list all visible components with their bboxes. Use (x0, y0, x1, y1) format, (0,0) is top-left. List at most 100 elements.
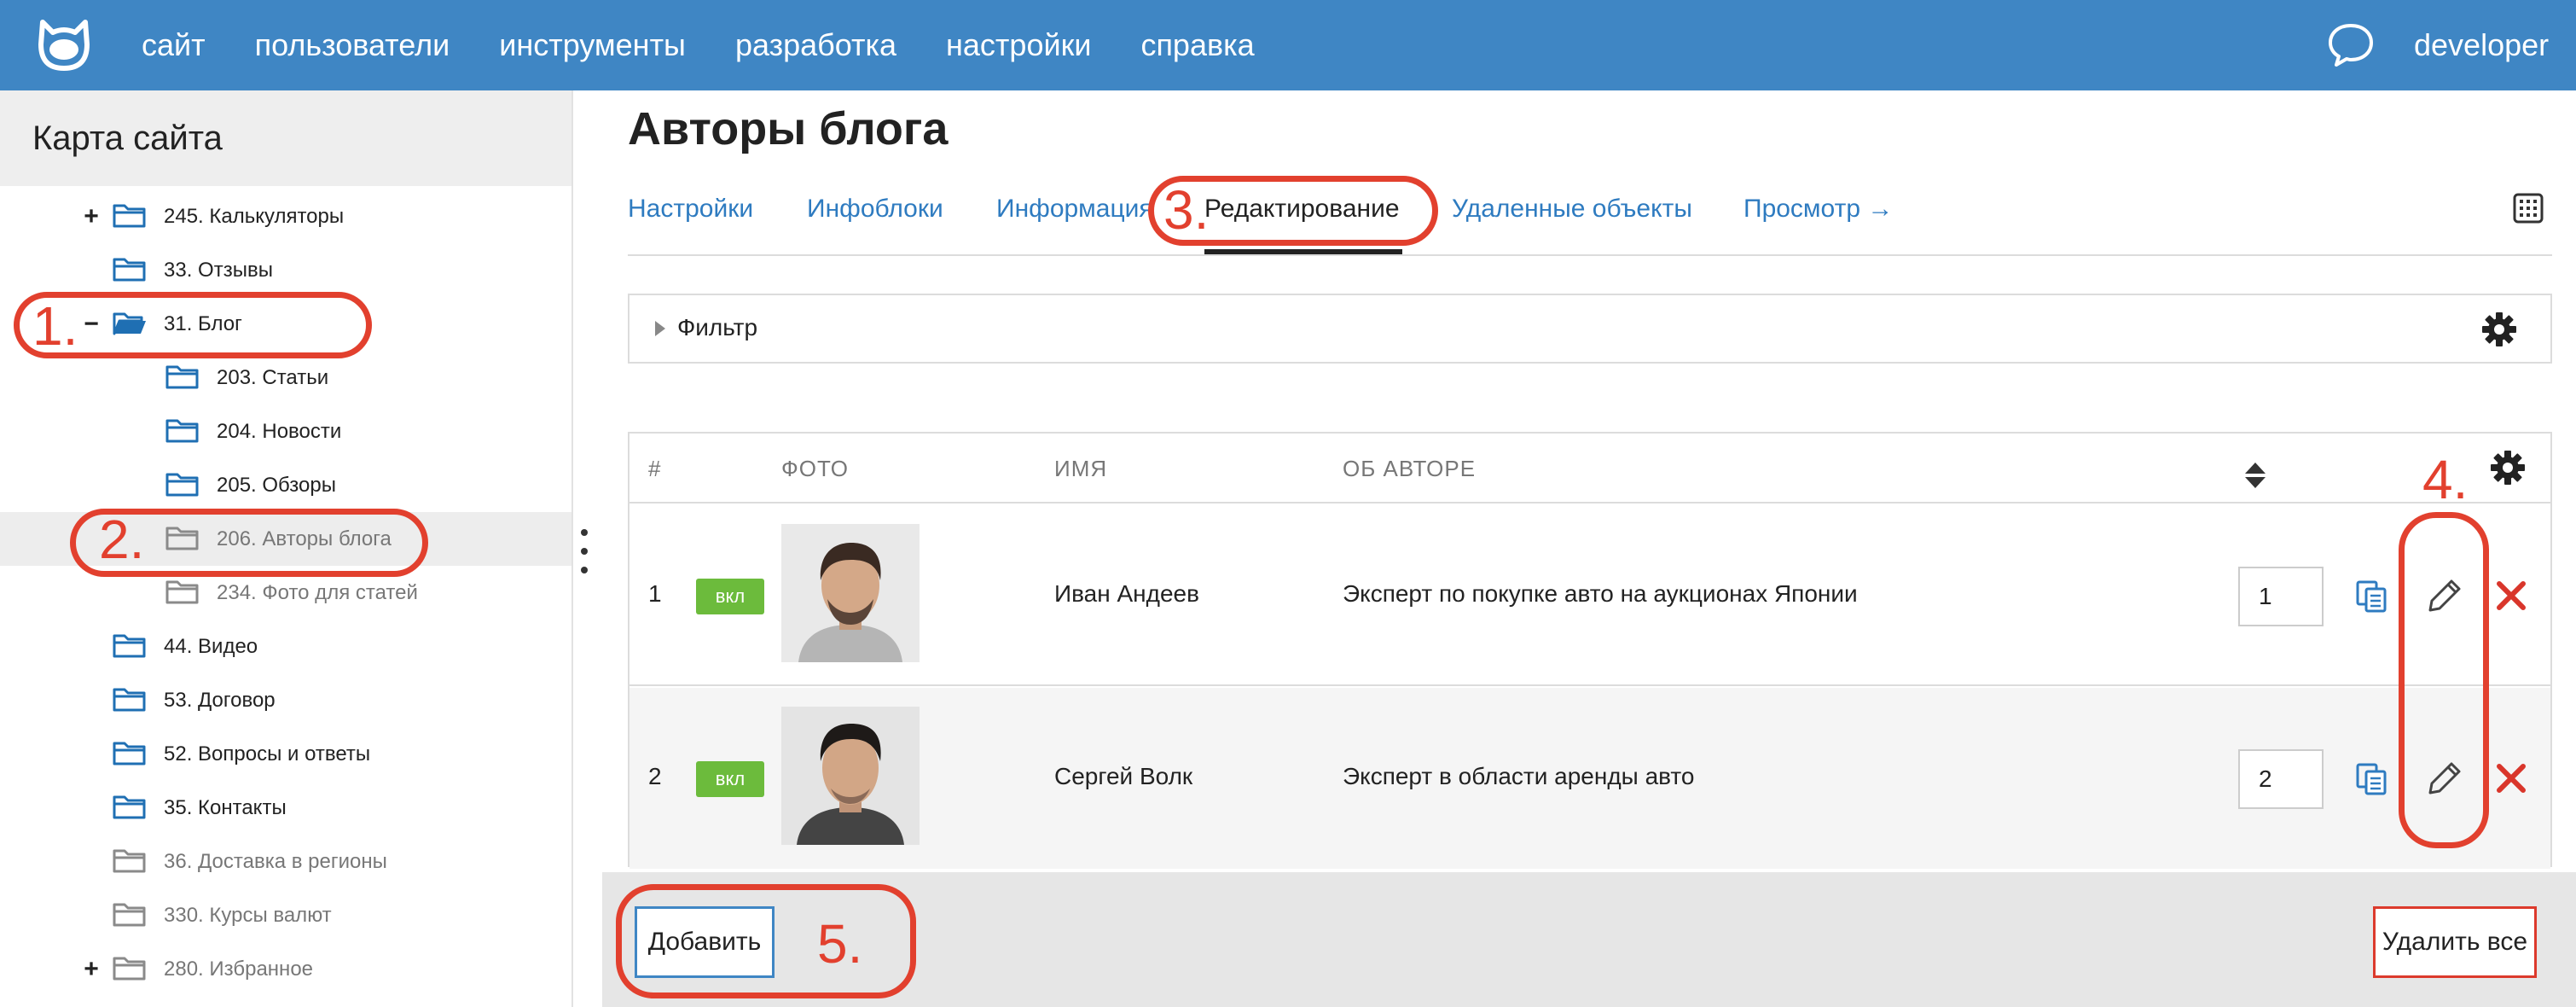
column-photo: ФОТО (781, 456, 849, 481)
sort-arrows-icon[interactable] (2243, 461, 2267, 490)
folder-icon (113, 688, 146, 712)
cat-logo-icon[interactable] (34, 15, 94, 75)
tree-item-label: 53. Договор (164, 688, 276, 712)
folder-icon (113, 903, 146, 927)
resize-handle-icon[interactable] (580, 527, 589, 575)
tree-item-label: 204. Новости (217, 419, 342, 443)
tree-item-label: 44. Видео (164, 634, 258, 658)
annotation-label-5: 5. (817, 913, 863, 975)
caret-right-icon (655, 321, 665, 336)
sidebar-tree-item[interactable]: 330. Курсы валют (0, 888, 571, 942)
order-input[interactable]: 1 (2238, 567, 2324, 626)
folder-icon (165, 473, 199, 497)
folder-icon (113, 204, 146, 228)
sidebar-title: Карта сайта (32, 119, 223, 157)
folder-icon (165, 419, 199, 443)
copy-icon[interactable] (2354, 761, 2388, 795)
filter-label: Фильтр (677, 314, 758, 341)
folder-icon (113, 634, 146, 658)
sidebar-tree-item[interactable]: 53. Договор (0, 673, 571, 727)
nav-users[interactable]: пользователи (255, 27, 450, 63)
tab-information[interactable]: Информация (996, 195, 1153, 224)
sidebar-header: Карта сайта (0, 90, 571, 186)
sidebar-tree-item[interactable]: 33. Отзывы (0, 243, 571, 297)
sidebar-tree-item[interactable]: 204. Новости (0, 405, 571, 458)
delete-x-icon[interactable] (2494, 579, 2528, 613)
row-number: 1 (648, 580, 662, 607)
main-nav: сайт пользователи инструменты разработка… (142, 0, 1304, 90)
row-number: 2 (648, 763, 662, 789)
authors-table: # ФОТО ИМЯ ОБ АВТОРЕ 1 вкл Иван Андеев Э… (628, 432, 2552, 869)
column-about: ОБ АВТОРЕ (1343, 456, 1477, 481)
folder-icon (113, 742, 146, 765)
sidebar-tree-item[interactable]: 35. Контакты (0, 781, 571, 835)
user-menu[interactable]: developer (2414, 0, 2549, 90)
tree-item-label: 36. Доставка в регионы (164, 849, 387, 873)
sidebar-tree-item[interactable]: +245. Калькуляторы (0, 189, 571, 243)
chat-bubble-icon[interactable] (2325, 19, 2376, 70)
column-name: ИМЯ (1054, 456, 1108, 481)
annotation-box-5 (616, 884, 916, 998)
folder-icon (113, 795, 146, 819)
annotation-label-3: 3. (1163, 179, 1210, 241)
tree-item-label: 33. Отзывы (164, 258, 273, 282)
filter-panel[interactable]: Фильтр (628, 294, 2552, 364)
sidebar-tree-item[interactable]: 36. Доставка в регионы (0, 835, 571, 888)
status-badge[interactable]: вкл (696, 761, 764, 797)
sidebar-tree-item[interactable]: 205. Обзоры (0, 458, 571, 512)
tab-preview[interactable]: Просмотр → (1743, 195, 1893, 224)
tab-bar: Настройки Инфоблоки Информация Редактиро… (628, 169, 2552, 256)
author-name: Иван Андеев (1054, 580, 1199, 607)
filter-settings-gear-icon[interactable] (2480, 311, 2518, 348)
delete-all-button[interactable]: Удалить все (2373, 906, 2537, 978)
nav-site[interactable]: сайт (142, 27, 206, 63)
table-settings-gear-icon[interactable] (2489, 449, 2527, 486)
order-input[interactable]: 2 (2238, 749, 2324, 809)
folder-icon (113, 258, 146, 282)
column-number: # (648, 456, 662, 481)
grid-view-icon[interactable] (2513, 193, 2544, 224)
tree-item-label: 205. Обзоры (217, 473, 336, 497)
expand-icon[interactable]: + (78, 942, 104, 996)
sidebar-tree-item[interactable]: 203. Статьи (0, 351, 571, 405)
nav-development[interactable]: разработка (735, 27, 896, 63)
tree-item-label: 203. Статьи (217, 365, 329, 389)
tab-deleted-objects[interactable]: Удаленные объекты (1452, 195, 1692, 224)
folder-icon (165, 365, 199, 389)
folder-icon (165, 580, 199, 604)
annotation-label-4: 4. (2422, 449, 2469, 510)
author-name: Сергей Волк (1054, 763, 1193, 789)
tree-item-label: 234. Фото для статей (217, 580, 418, 604)
table-row[interactable]: 1 вкл Иван Андеев Эксперт по покупке авт… (629, 505, 2550, 686)
nav-settings[interactable]: настройки (946, 27, 1091, 63)
table-row[interactable]: 2 вкл Сергей Волк Эксперт в области арен… (629, 688, 2550, 869)
nav-tools[interactable]: инструменты (499, 27, 686, 63)
author-about: Эксперт в области аренды авто (1343, 763, 1695, 789)
author-photo-avatar (781, 707, 920, 845)
top-bar: сайт пользователи инструменты разработка… (0, 0, 2576, 90)
annotation-label-1: 1. (32, 295, 78, 357)
nav-help[interactable]: справка (1140, 27, 1254, 63)
folder-icon (113, 849, 146, 873)
annotation-box-4 (2399, 512, 2489, 848)
active-tab-indicator (1204, 249, 1402, 254)
tree-item-label: 35. Контакты (164, 795, 287, 819)
author-photo-avatar (781, 524, 920, 662)
tab-infoblocks[interactable]: Инфоблоки (807, 195, 943, 224)
sidebar-tree-item[interactable]: +280. Избранное (0, 942, 571, 996)
page-title: Авторы блога (628, 103, 949, 154)
sidebar-tree-item[interactable]: 52. Вопросы и ответы (0, 727, 571, 781)
table-header: # ФОТО ИМЯ ОБ АВТОРЕ (629, 434, 2550, 504)
status-badge[interactable]: вкл (696, 579, 764, 614)
tree-item-label: 52. Вопросы и ответы (164, 742, 371, 765)
sidebar-tree-item[interactable]: 44. Видео (0, 620, 571, 673)
tree-item-label: 330. Курсы валют (164, 903, 332, 927)
folder-icon (113, 957, 146, 981)
copy-icon[interactable] (2354, 579, 2388, 613)
tree-item-label: 245. Калькуляторы (164, 204, 345, 228)
tab-settings[interactable]: Настройки (628, 195, 753, 224)
expand-icon[interactable]: + (78, 189, 104, 243)
delete-x-icon[interactable] (2494, 761, 2528, 795)
tree-item-label: 280. Избранное (164, 957, 314, 981)
annotation-label-2: 2. (99, 509, 145, 570)
